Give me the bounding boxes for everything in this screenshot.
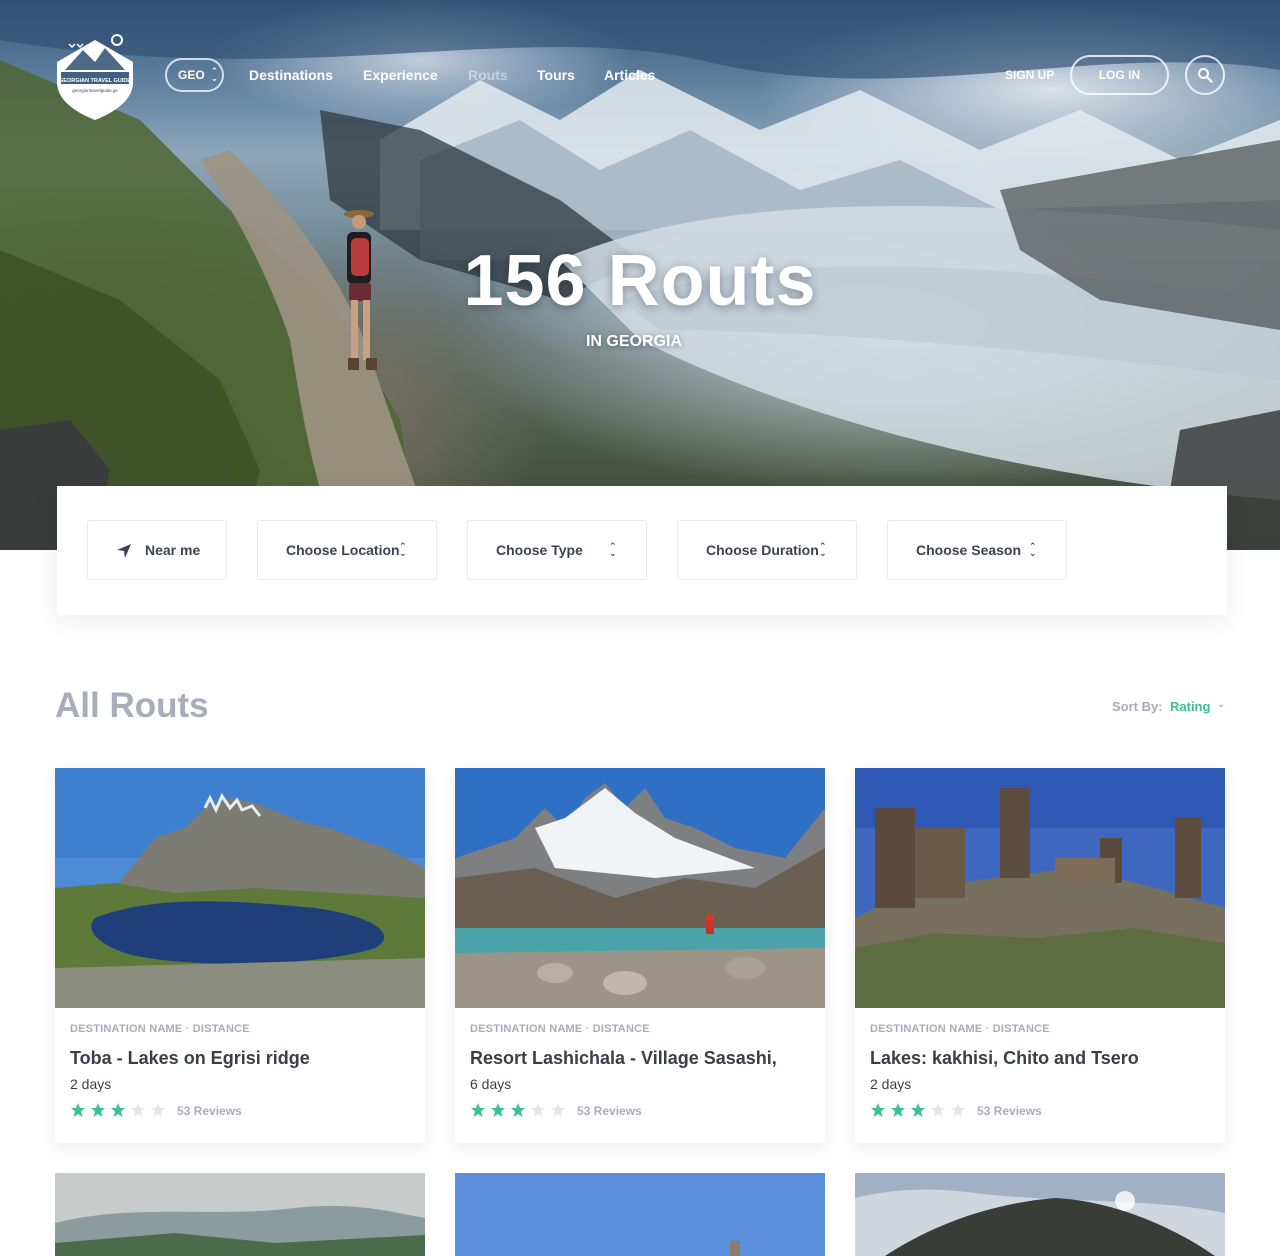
section-title: All Routs [55,686,209,725]
sort-label: Sort By: [1112,699,1163,714]
language-selector[interactable]: GEO ⌃ ⌄ [165,58,224,92]
route-duration: 2 days [870,1076,912,1092]
chevron-updown-icon: ⌃ ⌄ [819,541,827,558]
location-select[interactable]: Choose Location ⌃ ⌄ [257,520,437,580]
chevron-updown-icon: ⌃ ⌄ [1029,541,1037,558]
nav-articles[interactable]: Articles [604,67,655,83]
rating-stars [470,1102,566,1118]
route-meta: DESTINATION NAME · DISTANCE [70,1023,250,1035]
review-count[interactable]: 53 Reviews [977,1104,1042,1118]
route-title[interactable]: Lakes: kakhisi, Chito and Tsero [870,1048,1139,1069]
hero-subtitle: IN GEORGIA [585,333,682,350]
rating-stars [870,1102,966,1118]
route-title[interactable]: Toba - Lakes on Egrisi ridge [70,1048,310,1069]
duration-select[interactable]: Choose Duration ⌃ ⌄ [677,520,857,580]
site-logo[interactable]: GEORGIAN TRAVEL GUIDE georgiantravelguid… [55,30,135,122]
stone-towers-image [855,768,1225,1008]
near-me-button[interactable]: Near me [87,520,227,580]
star-empty-icon [531,1103,545,1117]
glacier-lake-image [455,768,825,1008]
star-filled-icon [111,1103,125,1117]
filter-bar: Near me Choose Location ⌃ ⌄ Choose Type ⌃… [57,486,1227,615]
search-button[interactable] [1185,55,1225,95]
search-icon [1198,68,1213,83]
cloudy-mountain-image [55,1173,425,1256]
star-filled-icon [91,1103,105,1117]
blue-sky-image [455,1173,825,1256]
route-card-partial[interactable] [455,1173,825,1256]
chevron-down-icon[interactable]: ⌄ [1217,699,1225,710]
star-empty-icon [151,1103,165,1117]
type-select-label: Choose Type [496,542,583,558]
logo-text: GEORGIAN TRAVEL GUIDE [59,78,131,84]
nav-tours[interactable]: Tours [537,67,575,83]
route-duration: 2 days [70,1076,112,1092]
language-label: GEO [178,68,205,82]
route-duration: 6 days [470,1076,512,1092]
chevron-updown-icon: ⌃ ⌄ [210,66,219,83]
route-card-partial[interactable] [55,1173,425,1256]
logo-shield-icon: GEORGIAN TRAVEL GUIDE georgiantravelguid… [57,34,133,120]
star-filled-icon [911,1103,925,1117]
location-select-label: Choose Location [286,542,400,558]
star-filled-icon [71,1103,85,1117]
route-title[interactable]: Resort Lashichala - Village Sasashi, [470,1048,777,1069]
chevron-updown-icon: ⌃ ⌄ [609,541,617,558]
navigation-arrow-icon [117,544,131,558]
route-photo[interactable] [55,768,425,1008]
review-count[interactable]: 53 Reviews [577,1104,642,1118]
route-card[interactable]: DESTINATION NAME · DISTANCE Lakes: kakhi… [855,768,1225,1143]
route-card-partial[interactable] [855,1173,1225,1256]
near-me-label: Near me [145,542,201,558]
type-select[interactable]: Choose Type ⌃ ⌄ [467,520,647,580]
chevron-updown-icon: ⌃ ⌄ [399,541,407,558]
star-empty-icon [131,1103,145,1117]
rating-stars [70,1102,166,1118]
star-empty-icon [931,1103,945,1117]
route-meta: DESTINATION NAME · DISTANCE [870,1023,1050,1035]
star-filled-icon [511,1103,525,1117]
route-card[interactable]: DESTINATION NAME · DISTANCE Resort Lashi… [455,768,825,1143]
review-count[interactable]: 53 Reviews [177,1104,242,1118]
logo-domain: georgiantravelguide.ge [72,88,118,93]
season-select-label: Choose Season [916,542,1022,558]
star-filled-icon [471,1103,485,1117]
signup-link[interactable]: SIGN UP [1005,68,1054,82]
nav-routs[interactable]: Routs [468,67,508,83]
login-button[interactable]: LOG IN [1070,55,1169,95]
season-select[interactable]: Choose Season ⌃ ⌄ [887,520,1067,580]
sort-dropdown[interactable]: Rating [1170,699,1210,714]
star-empty-icon [951,1103,965,1117]
star-filled-icon [491,1103,505,1117]
route-photo[interactable] [455,768,825,1008]
sunlit-peak-image [855,1173,1225,1256]
nav-experience[interactable]: Experience [363,67,438,83]
route-card[interactable]: DESTINATION NAME · DISTANCE Toba - Lakes… [55,768,425,1143]
duration-select-label: Choose Duration [706,542,819,558]
star-filled-icon [871,1103,885,1117]
route-photo[interactable] [855,768,1225,1008]
star-empty-icon [551,1103,565,1117]
route-meta: DESTINATION NAME · DISTANCE [470,1023,650,1035]
nav-destinations[interactable]: Destinations [249,67,333,83]
lake-mountain-image [55,768,425,1008]
hero-title: 156 Routs [463,241,817,321]
star-filled-icon [891,1103,905,1117]
